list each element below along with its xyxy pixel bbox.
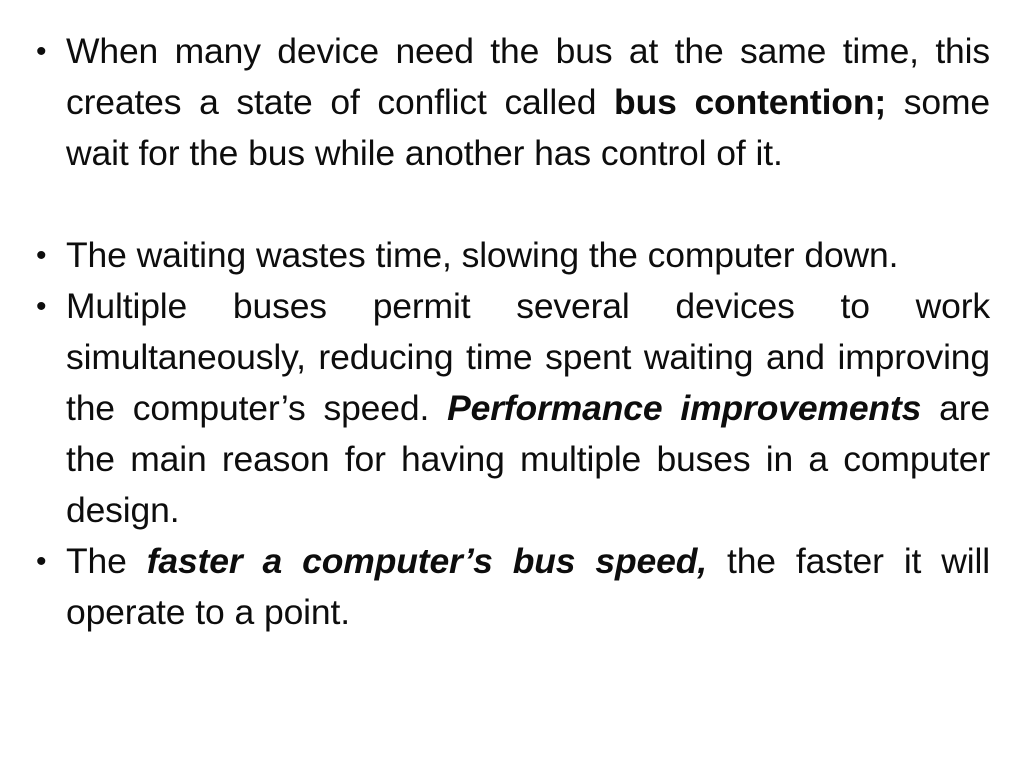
bullet-glyph-icon: • — [36, 239, 47, 272]
slide-canvas: • When many device need the bus at the sa… — [0, 0, 1024, 768]
bullet-text-run: The waiting wastes time, slowing the com… — [66, 235, 899, 275]
bullet-item-waiting-wastes-time: • The waiting wastes time, slowing the co… — [34, 230, 990, 281]
bullet-text-run-emphasis: faster a computer’s bus speed, — [146, 541, 707, 581]
bullet-text-run: The — [66, 541, 147, 581]
slide-body-bullet-list: • When many device need the bus at the sa… — [34, 26, 990, 638]
bullet-item-multiple-buses: • Multiple buses permit several devices t… — [34, 281, 990, 536]
bullet-glyph-icon: • — [36, 290, 47, 323]
bullet-glyph-icon: • — [36, 545, 47, 578]
bullet-text-run-emphasis: bus contention; — [614, 82, 887, 122]
bullet-glyph-icon: • — [36, 35, 47, 68]
bullet-item-bus-speed: • The faster a computer’s bus speed, the … — [34, 536, 990, 638]
bullet-text-run-emphasis: Performance improvements — [447, 388, 922, 428]
bullet-item-bus-contention: • When many device need the bus at the sa… — [34, 26, 990, 179]
